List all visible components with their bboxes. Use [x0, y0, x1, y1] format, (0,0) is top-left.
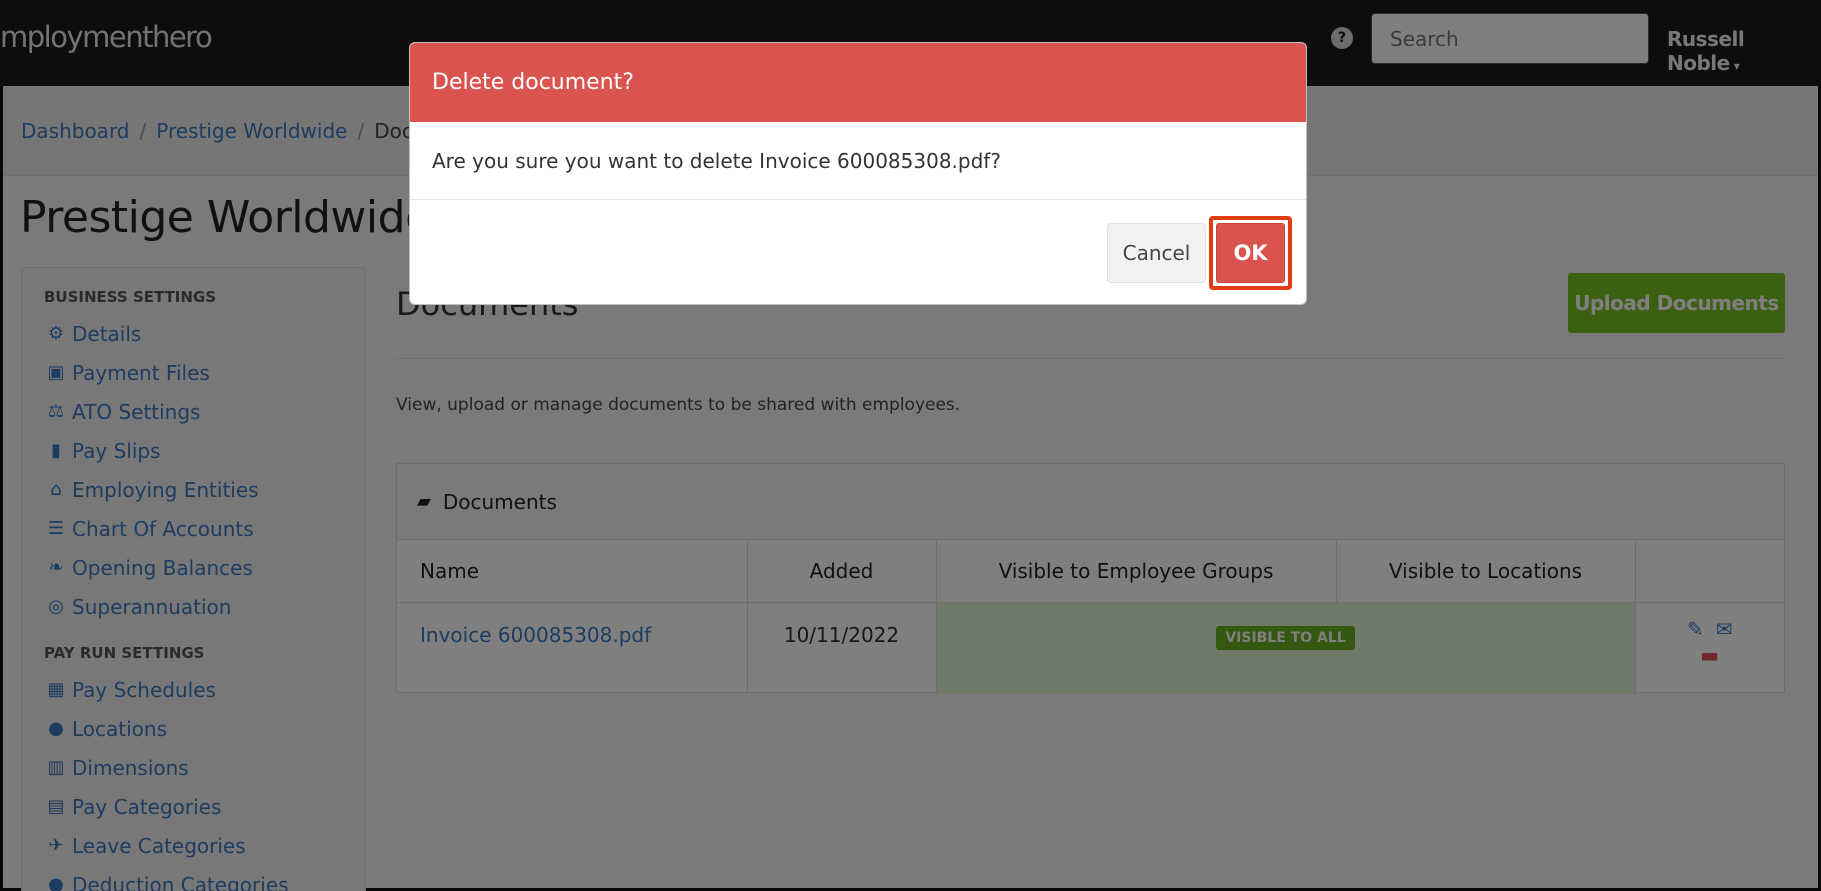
- cancel-button[interactable]: Cancel: [1107, 223, 1206, 283]
- ok-button[interactable]: OK: [1216, 223, 1285, 283]
- dialog-message: Are you sure you want to delete Invoice …: [432, 148, 1001, 173]
- delete-confirm-dialog: Delete document? Are you sure you want t…: [409, 42, 1307, 305]
- dialog-footer: Cancel OK: [410, 200, 1306, 304]
- dialog-body: Are you sure you want to delete Invoice …: [410, 122, 1306, 200]
- dialog-title: Delete document?: [432, 70, 634, 95]
- dialog-header: Delete document?: [410, 43, 1306, 122]
